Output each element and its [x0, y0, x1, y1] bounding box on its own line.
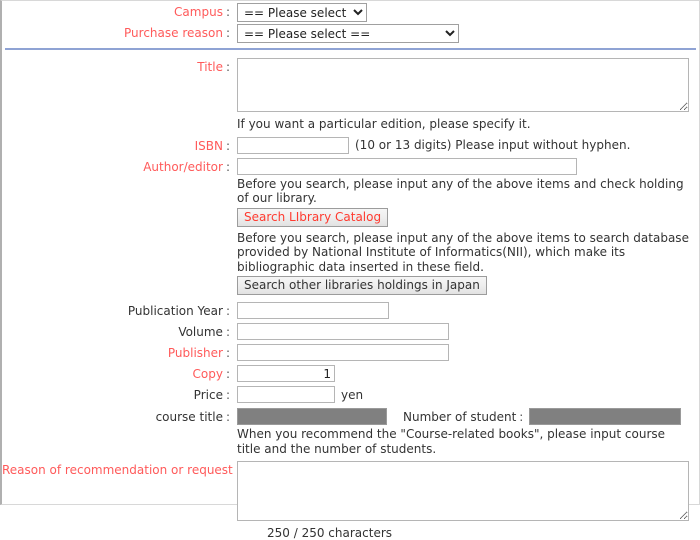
volume-colon: :: [225, 325, 230, 339]
isbn-row: ISBN: (10 or 13 digits) Please input wit…: [2, 135, 699, 154]
volume-input[interactable]: [237, 323, 449, 340]
reason-label: Reason of recommendation or request: [2, 463, 233, 477]
publication-year-field-cell: [230, 300, 699, 319]
reason-char-counter: 250 / 250 characters: [267, 526, 393, 540]
copy-row: Copy:: [2, 363, 699, 382]
author-editor-label: Author/editor: [143, 159, 223, 174]
reason-textarea[interactable]: [237, 461, 689, 521]
course-title-input[interactable]: [237, 408, 387, 425]
search-catalog-helper-text: Before you search, please input any of t…: [237, 176, 684, 206]
search-library-catalog-button[interactable]: Search LIbrary Catalog: [237, 207, 389, 227]
course-title-label: course title: [155, 410, 223, 424]
purchase-reason-label-cell: Purchase reason:: [2, 22, 230, 40]
price-field-cell: yen: [230, 384, 699, 403]
course-title-colon: :: [225, 410, 230, 424]
publisher-row: Publisher:: [2, 342, 699, 361]
copy-label-cell: Copy:: [2, 363, 231, 381]
author-editor-colon: :: [225, 159, 230, 174]
isbn-hint-text: (10 or 13 digits) Please input without h…: [355, 138, 631, 152]
title-field-cell: If you want a particular edition, please…: [230, 56, 699, 132]
campus-label: Campus: [174, 5, 223, 19]
title-row: Title: If you want a particular edition,…: [2, 56, 699, 132]
title-label-cell: Title:: [2, 56, 230, 74]
publisher-input[interactable]: [237, 344, 449, 361]
price-row: Price: yen: [2, 384, 699, 403]
title-helper-text: If you want a particular edition, please…: [237, 117, 531, 131]
publication-year-label-cell: Publication Year:: [2, 300, 230, 318]
campus-label-cell: Campus:: [2, 1, 230, 19]
course-helper-text: When you recommend the "Course-related b…: [237, 427, 666, 456]
author-editor-input[interactable]: [237, 157, 577, 175]
publisher-label-cell: Publisher:: [2, 342, 230, 360]
number-of-student-label: Number of student: [403, 409, 517, 424]
price-input[interactable]: [237, 386, 335, 403]
course-title-row: course title: Number of student : When y…: [2, 406, 699, 456]
publication-year-colon: :: [225, 304, 230, 318]
purchase-reason-row: Purchase reason: == Please select ==: [2, 22, 699, 43]
title-textarea[interactable]: [237, 58, 689, 112]
campus-field-cell: == Please select ==: [230, 1, 699, 22]
price-label: Price: [193, 388, 223, 402]
purchase-reason-colon: :: [225, 26, 230, 40]
purchase-reason-label: Purchase reason: [124, 26, 223, 40]
publisher-field-cell: [230, 342, 699, 361]
price-colon: :: [225, 388, 230, 402]
campus-select[interactable]: == Please select ==: [237, 3, 367, 22]
author-editor-row: Author/editor: Before you search, please…: [2, 156, 699, 298]
reason-field-cell: 250 / 250 characters: [230, 459, 699, 540]
price-unit-label: yen: [341, 387, 364, 402]
course-title-inline-group: Number of student :: [237, 408, 699, 425]
volume-row: Volume:: [2, 321, 699, 340]
author-editor-field-cell: Before you search, please input any of t…: [230, 156, 699, 298]
search-nii-helper-text: Before you search, please input any of t…: [237, 230, 689, 274]
isbn-label: ISBN: [194, 138, 223, 153]
reason-row: Reason of recommendation or request: 250…: [2, 459, 699, 540]
title-label: Title: [197, 60, 223, 74]
isbn-input[interactable]: [237, 136, 349, 154]
publication-year-label: Publication Year: [127, 304, 223, 318]
number-of-student-input[interactable]: [529, 408, 682, 425]
purchase-reason-select[interactable]: == Please select ==: [237, 24, 459, 43]
publisher-label: Publisher: [167, 346, 223, 360]
purchase-request-form: Campus: == Please select == Purchase rea…: [0, 0, 700, 540]
section-divider: [5, 48, 696, 50]
title-colon: :: [225, 60, 230, 74]
copy-field-cell: [230, 363, 699, 382]
purchase-reason-field-cell: == Please select ==: [230, 22, 699, 43]
copy-input[interactable]: [237, 365, 335, 382]
volume-field-cell: [230, 321, 699, 340]
volume-label: Volume: [178, 325, 223, 339]
author-editor-label-cell: Author/editor:: [2, 156, 230, 174]
reason-label-cell: Reason of recommendation or request:: [2, 459, 240, 477]
copy-colon: :: [225, 367, 230, 381]
copy-label: Copy: [192, 367, 223, 381]
campus-row: Campus: == Please select ==: [2, 1, 699, 22]
search-other-libraries-button[interactable]: Search other libraries holdings in Japan: [237, 276, 487, 295]
course-title-field-cell: Number of student : When you recommend t…: [230, 406, 699, 456]
campus-colon: :: [225, 5, 230, 19]
isbn-label-cell: ISBN:: [2, 135, 230, 153]
publication-year-input[interactable]: [237, 302, 389, 319]
number-of-student-colon: :: [519, 409, 524, 424]
isbn-colon: :: [225, 138, 230, 153]
publication-year-row: Publication Year:: [2, 300, 699, 319]
price-label-cell: Price:: [2, 384, 230, 402]
volume-label-cell: Volume:: [2, 321, 230, 339]
course-title-label-cell: course title:: [2, 406, 230, 424]
isbn-field-cell: (10 or 13 digits) Please input without h…: [230, 135, 699, 154]
publisher-colon: :: [225, 346, 230, 360]
